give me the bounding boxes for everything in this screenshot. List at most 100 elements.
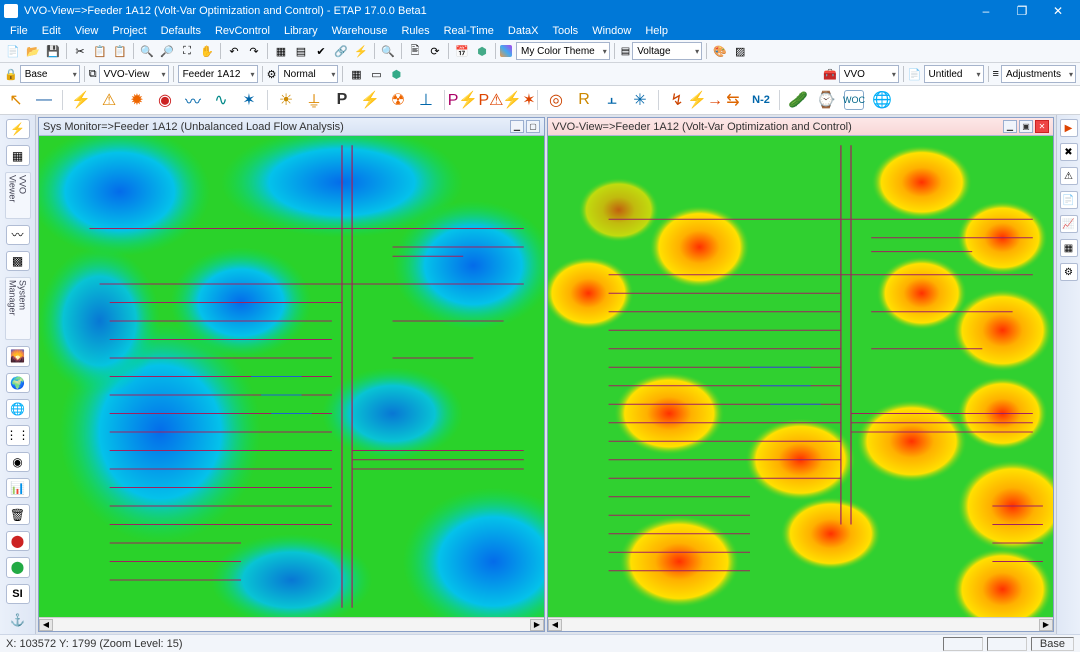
schedule-icon[interactable]: ▤ (292, 42, 310, 60)
base-dropdown[interactable]: Base (20, 65, 80, 83)
study-case-dropdown[interactable]: Untitled (924, 65, 984, 83)
bus-icon[interactable]: — (34, 90, 54, 110)
right-pane-min-icon[interactable]: ▁ (1003, 120, 1017, 133)
scroll-left-icon[interactable]: ◀ (39, 619, 53, 631)
loadalloc-icon[interactable]: ⚡→ (695, 90, 715, 110)
cut-icon[interactable]: ✂ (71, 42, 89, 60)
realtime-icon[interactable]: ⌚ (816, 90, 836, 110)
contour-type-dropdown[interactable]: Voltage (632, 42, 702, 60)
contour-options-icon[interactable]: ▨ (731, 42, 749, 60)
legend-icon[interactable]: ⬤ (6, 531, 30, 551)
transient-icon[interactable]: ∿ (211, 90, 231, 110)
grid-icon[interactable]: ▦ (272, 42, 290, 60)
close-button[interactable]: ✕ (1040, 0, 1076, 22)
3d-icon[interactable]: ⬢ (387, 65, 405, 83)
anchor-icon[interactable]: ⚓ (6, 610, 30, 630)
vvo-viewer-tab[interactable]: VVO Viewer (5, 172, 31, 219)
pan-icon[interactable]: ✋ (198, 42, 216, 60)
right-pane-hscroll[interactable]: ◀ ▶ (548, 617, 1053, 631)
flisr-icon[interactable]: ↯ (667, 90, 687, 110)
find-icon[interactable]: 🔍 (379, 42, 397, 60)
menu-rules[interactable]: Rules (395, 23, 435, 39)
paste-icon[interactable]: 📋 (111, 42, 129, 60)
plot-icon[interactable]: 📈 (1060, 215, 1078, 233)
reliability-icon[interactable]: R (574, 90, 594, 110)
right-pane-restore-icon[interactable]: ▣ (1019, 120, 1033, 133)
menu-datax[interactable]: DataX (502, 23, 545, 39)
templates-icon[interactable]: 📊 (6, 478, 30, 498)
presentation-dropdown[interactable]: VVO-View (99, 65, 169, 83)
alert-icon[interactable]: ⚠ (1060, 167, 1078, 185)
star-icon[interactable]: ✶ (239, 90, 259, 110)
substation-icon[interactable]: ▭ (367, 65, 385, 83)
scroll-right-icon[interactable]: ▶ (530, 619, 544, 631)
report-icon[interactable]: 📄 (1060, 191, 1078, 209)
arcflash-icon[interactable]: ✹ (127, 90, 147, 110)
si-units-button[interactable]: SI (6, 584, 30, 604)
right-pane-canvas[interactable] (548, 136, 1053, 617)
copy-icon[interactable]: 📋 (91, 42, 109, 60)
menu-warehouse[interactable]: Warehouse (326, 23, 394, 39)
menu-library[interactable]: Library (278, 23, 324, 39)
menu-view[interactable]: View (69, 23, 105, 39)
results-icon[interactable]: ▦ (1060, 239, 1078, 257)
harmonic-icon[interactable]: 〰 (183, 90, 203, 110)
switchplan-icon[interactable]: ⇆ (723, 90, 743, 110)
color-theme-dropdown[interactable]: My Color Theme (516, 42, 610, 60)
minimize-button[interactable]: – (968, 0, 1004, 22)
pointer-icon[interactable]: ↖ (6, 90, 26, 110)
text-icon[interactable]: 🖹 (406, 42, 424, 60)
open-icon[interactable]: 📂 (24, 42, 42, 60)
options-icon[interactable]: ⚙ (1060, 263, 1078, 281)
legend2-icon[interactable]: ⬤ (6, 557, 30, 577)
phase-icon[interactable]: ◉ (6, 452, 30, 472)
save-icon[interactable]: 💾 (44, 42, 62, 60)
contour-palette-icon[interactable]: 🎨 (711, 42, 729, 60)
new-icon[interactable]: 📄 (4, 42, 22, 60)
ground-mat-icon[interactable]: ▩ (6, 251, 30, 271)
hyperlink-icon[interactable]: 🔗 (332, 42, 350, 60)
mode-dropdown[interactable]: Normal (278, 65, 338, 83)
left-pane-max-icon[interactable]: ▢ (526, 120, 540, 133)
pv-icon[interactable]: ☀ (276, 90, 296, 110)
menu-revcontrol[interactable]: RevControl (209, 23, 276, 39)
gis-earth-icon[interactable]: 🌐 (6, 399, 30, 419)
left-pane-canvas[interactable] (39, 136, 544, 617)
undo-icon[interactable]: ↶ (225, 42, 243, 60)
cable-icon[interactable]: 〰 (6, 225, 30, 245)
globe-gis-icon[interactable]: 🌍 (6, 373, 30, 393)
run-woc-button[interactable]: WOC (844, 90, 864, 110)
ugs-icon[interactable]: 🌄 (6, 346, 30, 366)
scroll-right-icon[interactable]: ▶ (1039, 619, 1053, 631)
menu-defaults[interactable]: Defaults (155, 23, 207, 39)
calendar-icon[interactable]: 📅 (453, 42, 471, 60)
globe-icon[interactable]: 🌐 (872, 90, 892, 110)
menu-file[interactable]: File (4, 23, 34, 39)
left-pane-min-icon[interactable]: ▁ (510, 120, 524, 133)
opf-icon[interactable]: ⚡✶ (509, 90, 529, 110)
menu-project[interactable]: Project (106, 23, 152, 39)
menu-window[interactable]: Window (586, 23, 637, 39)
system-manager-tab[interactable]: System Manager (5, 277, 31, 340)
power-calc-icon[interactable]: ⚡ (352, 42, 370, 60)
menu-edit[interactable]: Edit (36, 23, 67, 39)
control-icon[interactable]: 🥒 (788, 90, 808, 110)
panel-icon[interactable]: ▦ (6, 145, 30, 165)
network-icon[interactable]: ⚡ (6, 119, 30, 139)
check-icon[interactable]: ✔ (312, 42, 330, 60)
tree-icon[interactable]: ⋮⋮ (6, 425, 30, 445)
menu-help[interactable]: Help (639, 23, 674, 39)
run-study-icon[interactable]: ▶ (1060, 119, 1078, 137)
hazard-icon[interactable]: ☢ (388, 90, 408, 110)
study-view-dropdown[interactable]: VVO (839, 65, 899, 83)
refresh-icon[interactable]: ⟳ (426, 42, 444, 60)
halt-icon[interactable]: ✖ (1060, 143, 1078, 161)
redo-icon[interactable]: ↷ (245, 42, 263, 60)
cube-icon[interactable]: ⬢ (473, 42, 491, 60)
adjustments-dropdown[interactable]: Adjustments (1001, 65, 1076, 83)
zoomfit-icon[interactable]: ⛶ (178, 42, 196, 60)
ground-grid-icon[interactable]: ▦ (347, 65, 365, 83)
zoomin-icon[interactable]: 🔍 (138, 42, 156, 60)
capacitor-icon[interactable]: ⊥ (416, 90, 436, 110)
menu-realtime[interactable]: Real-Time (438, 23, 500, 39)
